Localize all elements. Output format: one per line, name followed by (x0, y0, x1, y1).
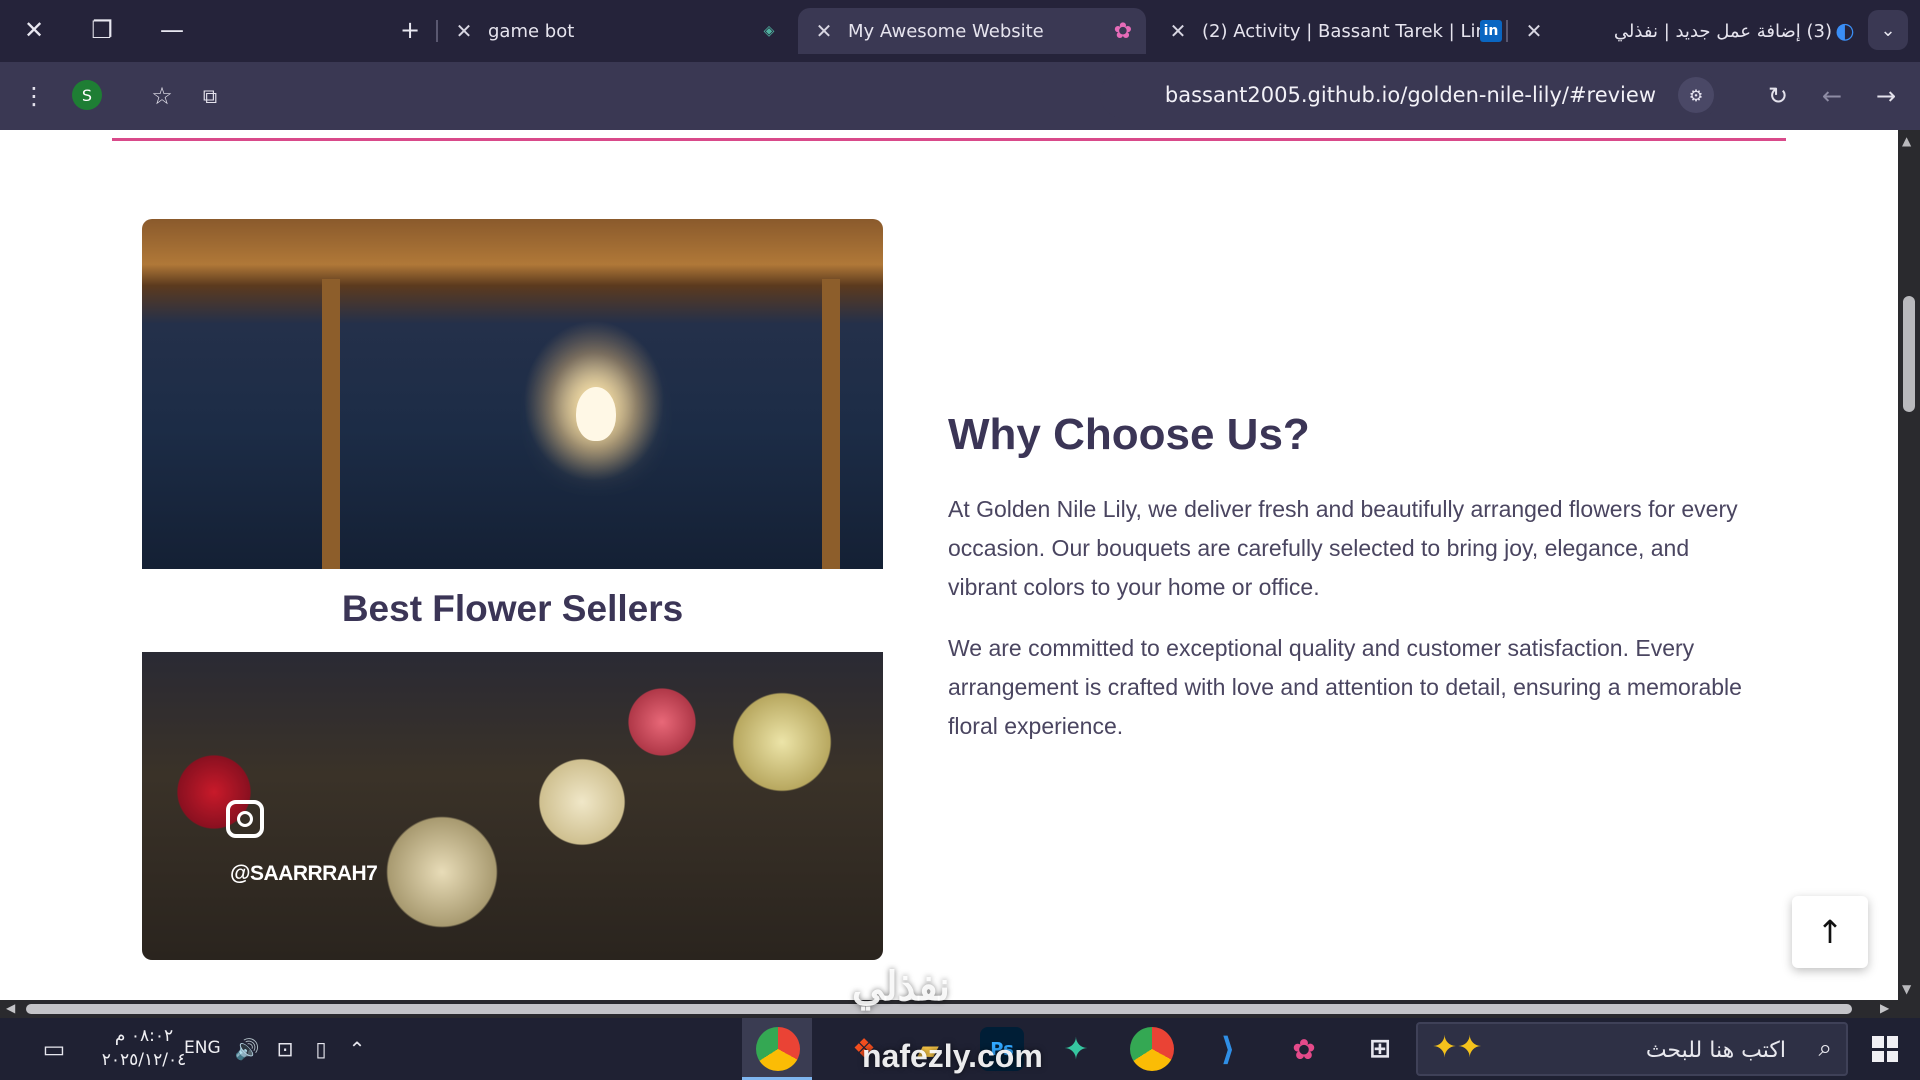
site-settings-icon[interactable]: ⚙ (1678, 77, 1714, 113)
notification-icon[interactable]: ▭ (34, 1028, 74, 1070)
address-bar[interactable]: bassant2005.github.io/golden-nile-lily/#… (1100, 72, 1720, 118)
vscode-app-icon[interactable]: ⟩ (1206, 1027, 1250, 1071)
tab-linkedin-activity[interactable]: ✕ (2) Activity | Bassant Tarek | Link in (1162, 8, 1502, 54)
search-placeholder: اكتب هنا للبحث (1645, 1038, 1786, 1063)
bookmark-star-icon[interactable]: ☆ (142, 76, 182, 116)
scroll-up-arrow-icon[interactable]: ▲ (1902, 134, 1911, 148)
back-arrow-icon[interactable]: ← (1812, 76, 1852, 116)
green-app-icon[interactable]: ✦ (1054, 1027, 1098, 1071)
close-tab-icon[interactable]: ✕ (1518, 19, 1550, 43)
tab-title: game bot (488, 20, 575, 42)
tab-my-awesome-website[interactable]: ✕ My Awesome Website ✿ (798, 8, 1146, 54)
section-divider (112, 138, 1786, 141)
back-to-top-button[interactable]: ↑ (1792, 896, 1868, 968)
show-hidden-icons-chevron-up-icon[interactable]: ⌃ (342, 1028, 372, 1070)
close-tab-icon[interactable]: ✕ (1162, 19, 1194, 43)
language-indicator[interactable]: ENG (184, 1038, 221, 1058)
why-choose-us-heading: Why Choose Us? (948, 410, 1310, 459)
sparkles-icon: ✦✦ (1432, 1030, 1483, 1065)
instagram-handle: @SAARRRAH7 (230, 862, 378, 885)
tab-strip: ✕ ❐ — + ✕ game bot ◈ ✕ My Awesome Websit… (0, 0, 1920, 62)
flower-favicon-icon: ✿ (1113, 18, 1133, 44)
wooden-post (322, 279, 340, 569)
translate-icon[interactable]: ⧉ (190, 76, 230, 116)
tab-nafezly[interactable]: ✕ (3) إضافة عمل جديد | نفذلي ◐ (1518, 8, 1858, 54)
taskbar-search-box[interactable]: ✦✦ اكتب هنا للبحث ⌕ (1416, 1022, 1848, 1076)
tab-title: (3) إضافة عمل جديد | نفذلي (1613, 20, 1832, 42)
restore-window-icon[interactable]: ❐ (80, 12, 124, 48)
flower-bouquets-image: @SAARRRAH7 (142, 652, 883, 960)
tab-separator (436, 20, 438, 42)
watermark-arabic: نفذلي (852, 965, 950, 1009)
new-tab-button[interactable]: + (388, 12, 432, 48)
url-text: bassant2005.github.io/golden-nile-lily/#… (1164, 83, 1656, 107)
light-bulb (576, 387, 616, 441)
tab-game-bot[interactable]: ✕ game bot ◈ (448, 8, 782, 54)
volume-icon[interactable]: 🔊 (232, 1028, 262, 1070)
browser-window: ✕ ❐ — + ✕ game bot ◈ ✕ My Awesome Websit… (0, 0, 1920, 1080)
close-tab-icon[interactable]: ✕ (448, 19, 480, 43)
horizontal-scrollbar[interactable]: ◀ ▶ (0, 1000, 1920, 1018)
arrow-up-icon: ↑ (1816, 913, 1844, 951)
windows-start-icon[interactable] (1872, 1036, 1898, 1062)
instagram-icon (226, 800, 264, 838)
chrome-profile-app-icon[interactable] (756, 1027, 800, 1071)
reload-icon[interactable]: ↻ (1758, 76, 1798, 116)
colorful-app-icon[interactable]: ✿ (1282, 1027, 1326, 1071)
chrome-app-icon[interactable] (1130, 1027, 1174, 1071)
nafezly-favicon-icon: ◐ (1835, 18, 1855, 44)
network-icon[interactable]: ⊡ (270, 1028, 300, 1070)
tab-separator (1506, 20, 1508, 42)
search-icon: ⌕ (1818, 1034, 1832, 1062)
close-window-icon[interactable]: ✕ (12, 12, 56, 48)
close-tab-icon[interactable]: ✕ (808, 19, 840, 43)
scroll-right-arrow-icon[interactable]: ▶ (1880, 1001, 1889, 1015)
menu-kebab-icon[interactable]: ⋮ (14, 76, 54, 116)
watermark-latin: nafezly.com (862, 1038, 1043, 1074)
tab-title: My Awesome Website (848, 20, 1044, 42)
forward-arrow-icon[interactable]: → (1866, 76, 1906, 116)
task-view-icon[interactable]: ⊞ (1358, 1027, 1402, 1071)
flower-stall-lamp-image (142, 219, 883, 569)
gallery-caption: Best Flower Sellers (341, 588, 684, 629)
page-viewport: Best Flower Sellers @SAARRRAH7 Why Choos… (0, 130, 1898, 1000)
scroll-down-arrow-icon[interactable]: ▼ (1902, 982, 1911, 996)
vertical-scroll-thumb[interactable] (1903, 296, 1915, 412)
wooden-post (822, 279, 840, 569)
vertical-scrollbar[interactable]: ▲ ▼ (1898, 130, 1920, 1000)
profile-avatar[interactable]: S (72, 80, 102, 110)
scroll-left-arrow-icon[interactable]: ◀ (6, 1001, 15, 1015)
why-paragraph-2: We are committed to exceptional quality … (948, 635, 1742, 739)
linkedin-favicon-icon: in (1480, 20, 1502, 42)
minimize-window-icon[interactable]: — (150, 12, 194, 48)
tab-search-chevron-down-icon[interactable]: ⌄ (1868, 10, 1908, 50)
why-paragraph-1: At Golden Nile Lily, we deliver fresh an… (948, 496, 1738, 600)
game-bot-favicon-icon: ◈ (763, 23, 775, 39)
device-icon[interactable]: ▯ (306, 1028, 336, 1070)
tab-title: (2) Activity | Bassant Tarek | Link (1202, 20, 1480, 42)
